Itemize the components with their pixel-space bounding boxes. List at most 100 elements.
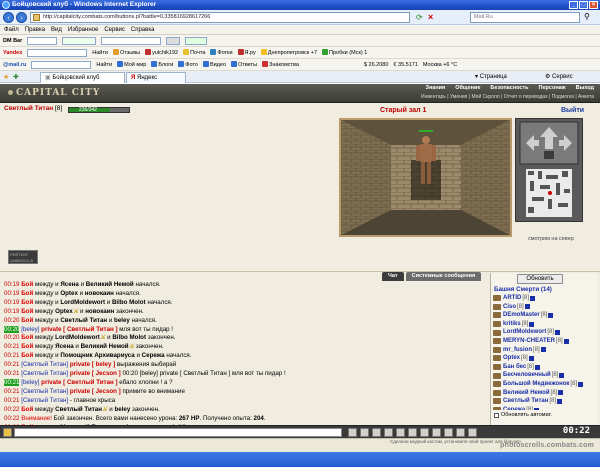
user-info-icon[interactable]	[540, 347, 546, 353]
user-item[interactable]: DEmoMaster [8]	[493, 311, 597, 320]
add-favorites-icon[interactable]: ✚	[13, 73, 19, 81]
user-item[interactable]: Бесчеловечный [8]	[493, 371, 597, 380]
chat-text[interactable]: Ясена	[60, 281, 79, 288]
mail-link[interactable]: Почта	[183, 47, 205, 58]
chat-time[interactable]: 00:20	[4, 334, 19, 341]
user-action-icon[interactable]	[493, 295, 501, 302]
user-name[interactable]: Сережа	[503, 406, 525, 410]
chat-text[interactable]: [Светлый Титан]	[21, 388, 70, 395]
chat-text[interactable]: Великий Немой	[81, 343, 129, 350]
user-item[interactable]: MERYN-CHEATER [8]	[493, 337, 597, 346]
character-portrait[interactable]: РЕЙТИНГ 4A8M0014 B	[8, 250, 38, 264]
user-info-icon[interactable]	[578, 381, 584, 387]
chat-time[interactable]: 00:21	[4, 388, 19, 395]
user-action-icon[interactable]	[493, 372, 501, 379]
chat-text[interactable]: новокаин	[85, 290, 114, 297]
menu-file[interactable]: Файл	[4, 25, 19, 35]
smile-icon[interactable]	[3, 428, 12, 437]
user-item[interactable]: Великий Немой [8]	[493, 389, 597, 398]
chat-text[interactable]: Optex	[55, 308, 73, 315]
chat-text[interactable]: Бой	[21, 334, 33, 341]
chat-text[interactable]: beley	[114, 406, 130, 413]
menu-view[interactable]: Вид	[51, 25, 62, 35]
chat-text[interactable]: Великий Немой	[86, 281, 134, 288]
exit-chat-icon[interactable]	[468, 428, 477, 437]
user-action-icon[interactable]	[493, 312, 501, 319]
user-name[interactable]: ARTID	[503, 294, 521, 303]
back-button[interactable]: ‹	[3, 12, 14, 23]
player-name[interactable]: Светлый Титан	[4, 105, 53, 112]
chat-text[interactable]: Ясена	[55, 343, 74, 350]
favorites-star-icon[interactable]: ★	[3, 73, 9, 81]
chat-text[interactable]: Бой	[21, 352, 33, 359]
traffic-link[interactable]: Пробки (Мск) 1	[322, 47, 367, 58]
answers-link[interactable]: Ответы	[231, 59, 257, 70]
dungeon-view[interactable]	[339, 118, 512, 237]
minimap[interactable]	[515, 118, 583, 222]
chat-time[interactable]: 00:20	[4, 325, 20, 333]
page-menu-button[interactable]: ▾ Страница	[475, 73, 507, 80]
chat-text[interactable]: 204	[254, 415, 264, 422]
user-name[interactable]: Светлый Титан	[503, 397, 548, 406]
minimize-button[interactable]: _	[569, 1, 578, 9]
user-link[interactable]: yulchik192	[145, 47, 178, 58]
filter-icon[interactable]	[384, 428, 393, 437]
weather-link[interactable]: Днепропетровск +7	[260, 47, 317, 58]
chat-text[interactable]: Сережа	[142, 352, 165, 359]
search-input[interactable]: Mail.Ru	[470, 12, 580, 23]
photo-link[interactable]: Фото	[178, 59, 198, 70]
photos-link[interactable]: Фотки	[210, 47, 233, 58]
tab-combats[interactable]: ▣ Бойцовский клуб	[40, 72, 125, 83]
refresh-icon[interactable]: ⟳	[416, 13, 423, 22]
game-submenu[interactable]: Инвентарь | Умения | Мой Скролл | Отчет …	[421, 94, 594, 100]
chat-text[interactable]: Бой	[21, 299, 33, 306]
user-item[interactable]: Бан бес [8]	[493, 363, 597, 372]
user-action-icon[interactable]	[493, 338, 501, 345]
chat-text[interactable]: [beley]	[21, 379, 41, 386]
user-info-icon[interactable]	[528, 355, 534, 361]
auto-refresh-checkbox[interactable]	[494, 412, 499, 418]
chat-input[interactable]	[14, 428, 342, 437]
user-action-icon[interactable]	[493, 407, 501, 410]
user-info-icon[interactable]	[555, 330, 560, 336]
tools-menu-button[interactable]: ⚙ Сервис	[545, 73, 573, 80]
yaru-link[interactable]: Я.ру	[237, 47, 256, 58]
game-menu-exit[interactable]: Выход	[576, 85, 594, 91]
user-info-icon[interactable]	[548, 312, 554, 318]
chat-time[interactable]: 00:22	[4, 406, 19, 413]
clear-icon[interactable]	[360, 428, 369, 437]
toolbar-box[interactable]	[166, 36, 181, 45]
game-menu-security[interactable]: Безопасность	[490, 85, 528, 91]
chat-text[interactable]: [Светлый Титан]	[21, 397, 68, 404]
chat-time[interactable]: 00:19	[4, 290, 19, 297]
chat-text[interactable]: Бой	[21, 317, 33, 324]
user-action-icon[interactable]	[493, 321, 501, 328]
chat-time[interactable]: 00:19	[4, 308, 19, 315]
user-info-icon[interactable]	[529, 321, 535, 327]
user-name[interactable]: LordMoldewort	[503, 328, 546, 337]
translit-icon[interactable]	[372, 428, 381, 437]
menu-help[interactable]: Справка	[131, 25, 155, 35]
tab-yandex[interactable]: Я Яндекс	[126, 72, 186, 83]
user-item[interactable]: Optex [8]	[493, 354, 597, 363]
user-item[interactable]: ARTID [8]	[493, 294, 597, 303]
chat-time[interactable]: 00:21	[4, 361, 19, 368]
yandex-find-button[interactable]: Найти	[92, 47, 108, 58]
user-action-icon[interactable]	[493, 355, 501, 362]
chat-text[interactable]: Светлый Титан	[55, 406, 102, 413]
chat-time[interactable]: 00:22	[4, 415, 19, 422]
chat-text[interactable]: LordMoldewort	[60, 299, 105, 306]
chat-time[interactable]: 00:19	[4, 281, 19, 288]
chat-time[interactable]: 00:21	[4, 378, 20, 386]
user-name[interactable]: MERYN-CHEATER	[503, 337, 555, 346]
user-info-icon[interactable]	[558, 390, 564, 396]
refresh-button[interactable]: Обновить	[517, 274, 563, 284]
game-menu-knowledge[interactable]: Знания	[426, 85, 446, 91]
chat-text[interactable]: Optex	[60, 290, 78, 297]
chat-text[interactable]: [beley]	[21, 326, 41, 333]
forward-button[interactable]: ›	[16, 12, 27, 23]
blogs-link[interactable]: Блоги	[151, 59, 173, 70]
user-action-icon[interactable]	[493, 329, 501, 336]
user-info-icon[interactable]	[533, 407, 539, 410]
exit-link[interactable]: Выйти	[561, 107, 584, 114]
